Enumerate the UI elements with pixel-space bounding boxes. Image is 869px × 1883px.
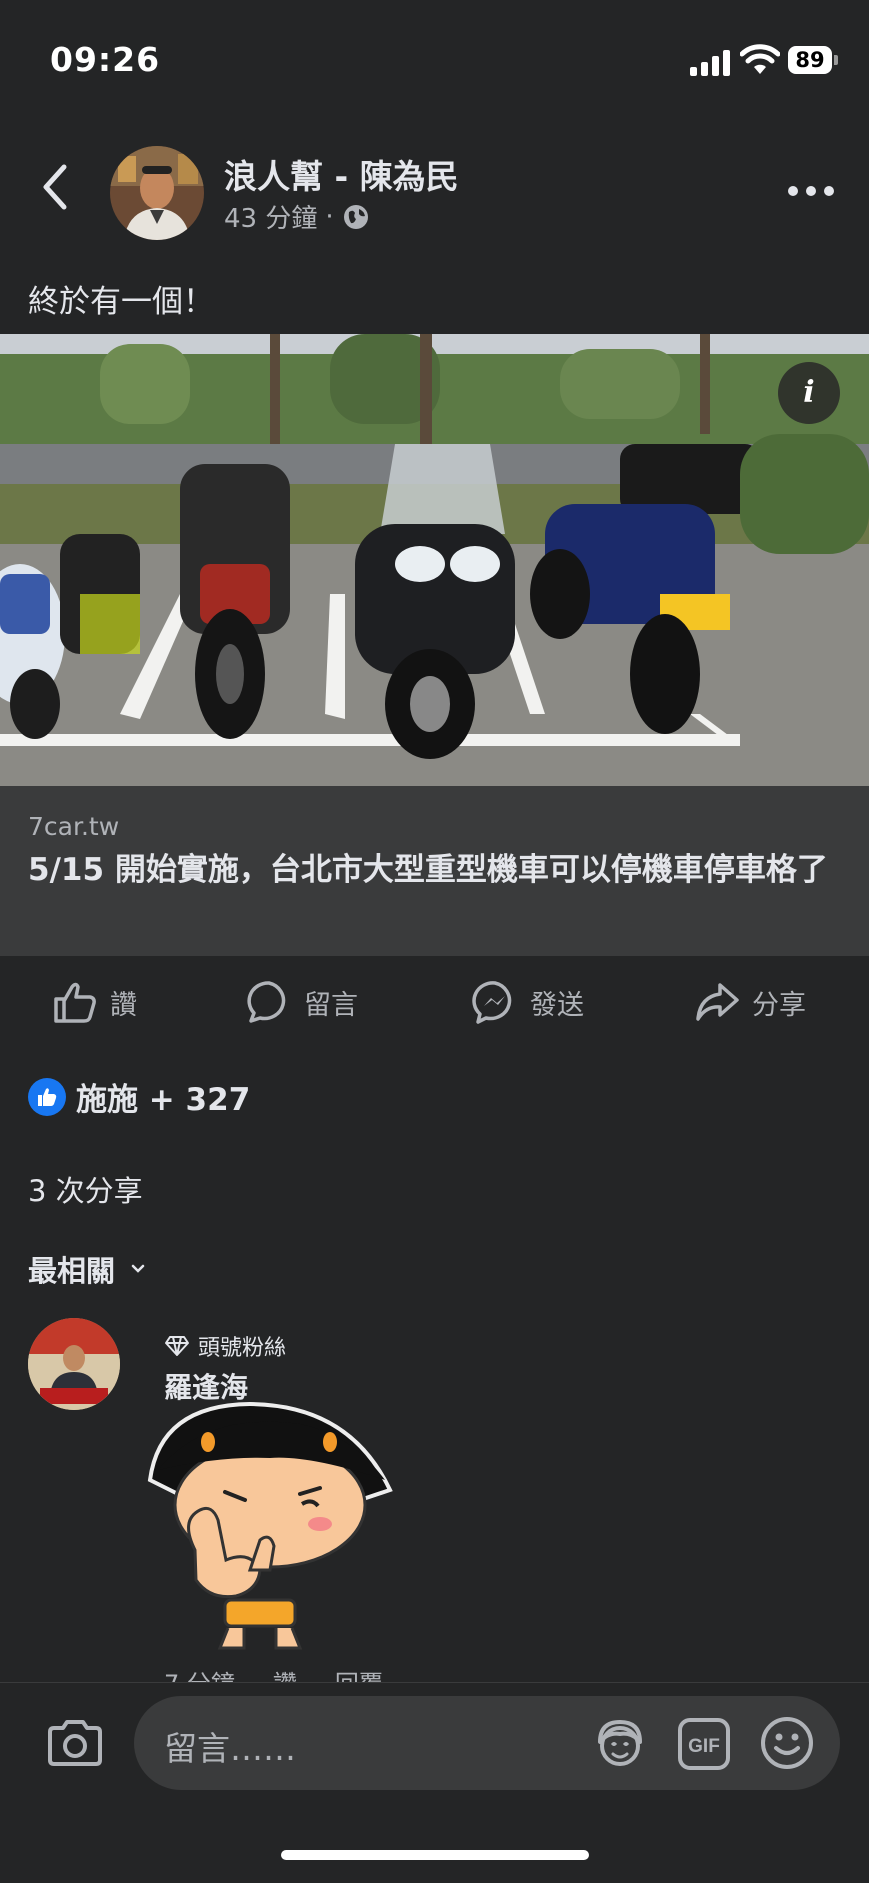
post-text: 終於有一個！ — [28, 284, 214, 320]
commenter-avatar[interactable] — [28, 1318, 120, 1410]
share-count[interactable]: 3 次分享 — [28, 1168, 143, 1210]
diamond-icon — [165, 1336, 189, 1356]
page-name[interactable]: 浪人幫 - 陳為民 — [224, 150, 459, 198]
link-preview-image[interactable] — [0, 334, 869, 786]
like-button[interactable]: 讚 — [52, 976, 137, 1028]
gif-icon[interactable]: GIF — [676, 1716, 732, 1772]
signal-icon — [690, 50, 730, 76]
svg-text:GIF: GIF — [688, 1736, 720, 1757]
sort-label: 最相關 — [28, 1254, 116, 1288]
comment-sort-dropdown[interactable]: 最相關 — [28, 1248, 145, 1290]
reactions-summary[interactable]: 施施 + 327 — [28, 1074, 250, 1119]
top-fan-badge: 頭號粉絲 — [164, 1330, 286, 1362]
comment-button[interactable]: 留言 — [246, 976, 358, 1028]
sticker-thumbs-up — [147, 1401, 393, 1650]
comment-placeholder: 留言…… — [164, 1729, 296, 1768]
share-icon — [696, 983, 739, 1021]
link-domain: 7car.tw — [28, 812, 120, 841]
send-button[interactable]: 發送 — [472, 976, 584, 1028]
post-time: 43 分鐘 — [224, 204, 318, 234]
share-label: 分享 — [752, 989, 806, 1021]
info-button[interactable]: i — [778, 362, 840, 424]
avatar-sticker-icon[interactable] — [592, 1716, 648, 1772]
more-options-icon[interactable] — [788, 186, 834, 196]
globe-icon — [343, 204, 368, 229]
status-time: 09:26 — [50, 40, 161, 79]
like-reaction-icon — [28, 1077, 66, 1116]
like-label: 讚 — [110, 989, 137, 1021]
emoji-icon[interactable] — [758, 1714, 816, 1772]
like-icon — [54, 982, 96, 1023]
comment-icon — [247, 981, 286, 1023]
battery-icon: 89 — [788, 46, 840, 76]
comment-label: 留言 — [304, 989, 358, 1021]
reactions-text: 施施 + 327 — [76, 1082, 251, 1118]
camera-icon[interactable] — [46, 1718, 104, 1768]
home-indicator — [281, 1850, 589, 1860]
messenger-icon — [472, 981, 512, 1024]
battery-level: 89 — [788, 46, 832, 74]
share-button[interactable]: 分享 — [694, 976, 806, 1028]
post-meta: 43 分鐘 · — [224, 198, 370, 235]
top-fan-label: 頭號粉絲 — [198, 1336, 287, 1361]
back-arrow-icon[interactable] — [38, 163, 72, 211]
wifi-icon — [740, 44, 780, 74]
meta-separator: · — [325, 201, 334, 232]
page-avatar[interactable] — [110, 146, 204, 240]
send-label: 發送 — [530, 989, 584, 1021]
chevron-down-icon — [131, 1264, 145, 1273]
link-title[interactable]: 5/15 開始實施，台北市大型重型機車可以停機車停車格了 — [28, 850, 848, 890]
